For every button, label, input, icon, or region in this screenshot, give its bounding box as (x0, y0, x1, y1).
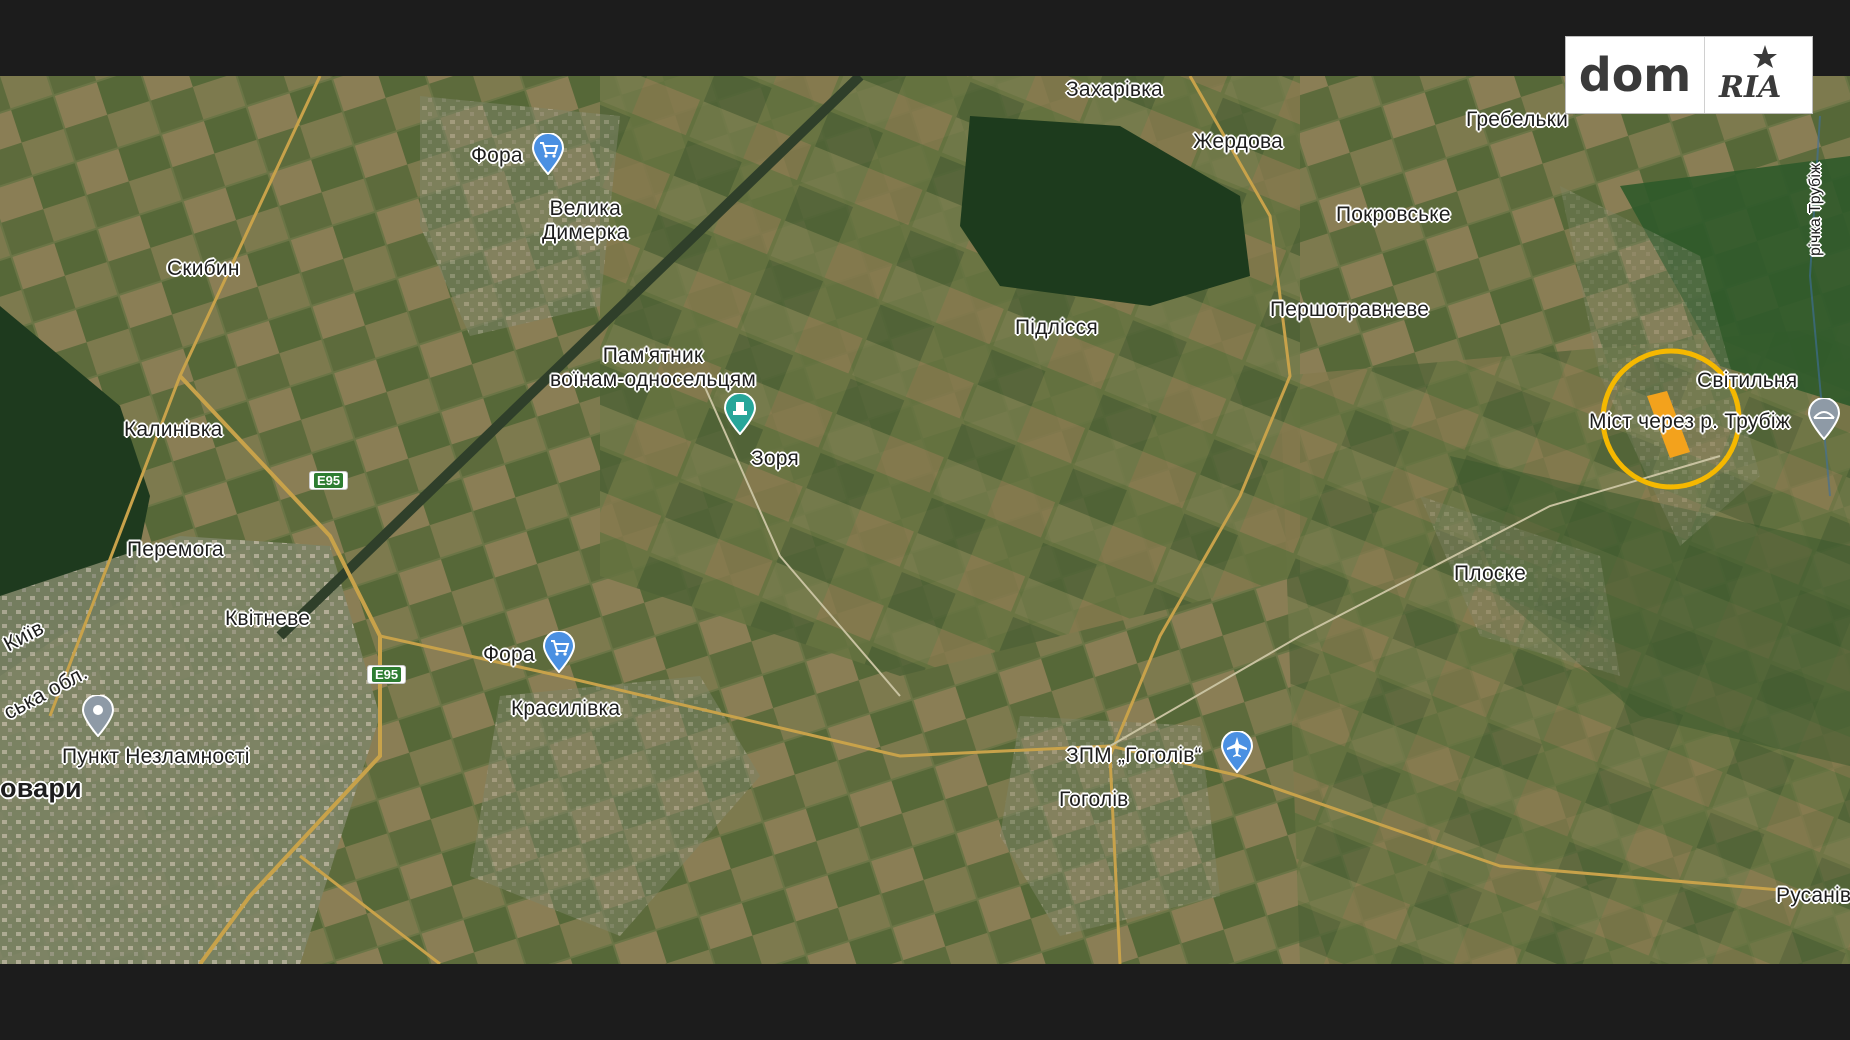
label-rusaniv: Русанів (1776, 884, 1850, 907)
ria-star-icon: RIA (1718, 45, 1781, 105)
label-peremoga: Перемога (127, 538, 224, 561)
shopping-cart-pin-icon[interactable] (531, 133, 565, 175)
label-kvitneve: Квітневе (225, 607, 311, 630)
svg-text:RIA: RIA (1718, 70, 1781, 105)
label-ploske: Плоске (1454, 562, 1527, 585)
label-skybyn: Скибин (167, 257, 240, 280)
label-zherdova: Жердова (1193, 130, 1283, 153)
label-pokrovske: Покровське (1336, 203, 1451, 226)
label-river-trubizh: річка Трубіж (1807, 162, 1824, 256)
label-fora-top: Фора (471, 144, 523, 167)
label-zpm-gogoliv: ЗПМ „Гоголів“ (1066, 744, 1202, 767)
map-imagery (0, 76, 1850, 964)
label-grebelky: Гребельки (1466, 108, 1569, 131)
label-zakharivka: Захарівка (1066, 78, 1163, 101)
highway-shield-e95-south: E95 (367, 665, 407, 684)
location-pin-icon[interactable] (81, 695, 115, 737)
logo-dom-text: dom (1578, 48, 1692, 102)
label-svitylnia: Світильня (1697, 369, 1798, 392)
label-punkt-nezlamnosti: Пункт Незламності (62, 745, 250, 768)
label-krasylivka: Красилівка (511, 697, 621, 720)
logo-ria-mark: RIA (1704, 37, 1811, 113)
label-brovary: овари (0, 773, 82, 803)
label-pidlissia: Підлісся (1015, 316, 1098, 339)
label-kalynivka: Калинівка (124, 418, 223, 441)
airplane-pin-icon[interactable] (1220, 731, 1254, 773)
label-gogoliv: Гоголів (1059, 788, 1129, 811)
label-monument: Пам'ятник воїнам-односельцям (550, 344, 757, 391)
dom-ria-logo[interactable]: dom RIA (1565, 36, 1813, 114)
label-zoria: Зоря (751, 447, 799, 470)
label-fora-bottom: Фора (483, 643, 535, 666)
bridge-pin-icon[interactable] (1807, 398, 1841, 440)
monument-pin-icon[interactable] (723, 393, 757, 435)
label-velyka-dymerka: Велика Димерка (542, 197, 629, 244)
highway-shield-e95-north: E95 (309, 471, 349, 490)
label-bridge: Міст через р. Трубіж (1589, 410, 1791, 433)
satellite-map[interactable]: Фора Велика Димерка Скибин Захарівка Жер… (0, 76, 1850, 964)
shopping-cart-pin-icon[interactable] (542, 631, 576, 673)
label-pershotravneve: Першотравневе (1270, 298, 1430, 321)
